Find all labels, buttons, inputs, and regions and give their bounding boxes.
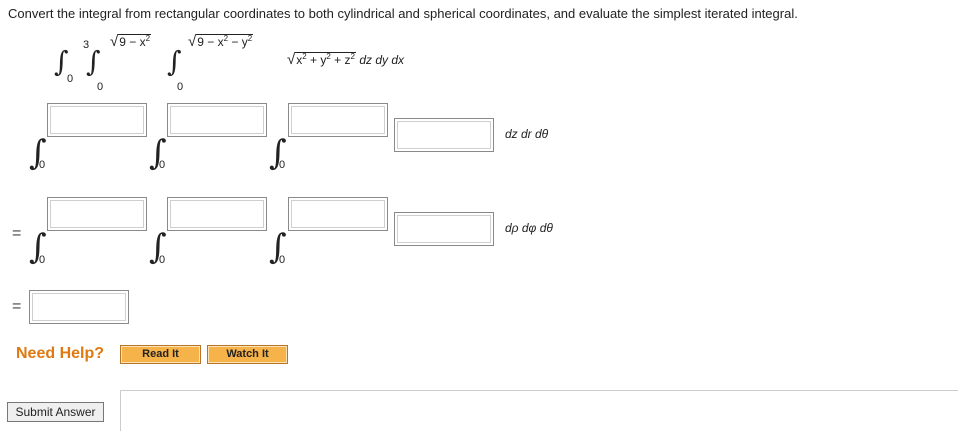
equals-sign-2: = bbox=[12, 298, 22, 315]
cyl-upper-limit-1-input[interactable] bbox=[47, 103, 147, 137]
submit-divider-vertical bbox=[120, 390, 121, 431]
integral-sign-middle: ∫ bbox=[86, 45, 101, 78]
sqrt-icon: √ bbox=[287, 51, 296, 68]
sph-differential: dρ dφ dθ bbox=[505, 221, 553, 235]
middle-lower-limit: 0 bbox=[97, 81, 104, 93]
cyl-lower-limit-2: 0 bbox=[159, 159, 166, 171]
sph-upper-limit-2-input[interactable] bbox=[167, 197, 267, 231]
cyl-upper-limit-2-input[interactable] bbox=[167, 103, 267, 137]
sph-integrand-input[interactable] bbox=[394, 212, 494, 246]
sph-lower-limit-3: 0 bbox=[279, 254, 286, 266]
submit-divider bbox=[120, 390, 958, 391]
sqrt-icon: √ bbox=[110, 33, 119, 50]
question-prompt: Convert the integral from rectangular co… bbox=[8, 6, 798, 21]
middle-upper-limit: √9 − x2 bbox=[110, 33, 152, 50]
outer-lower-limit: 0 bbox=[67, 73, 74, 85]
read-it-button[interactable]: Read It bbox=[120, 345, 201, 364]
integral-sign-inner: ∫ bbox=[167, 45, 182, 78]
cyl-lower-limit-1: 0 bbox=[39, 159, 46, 171]
sph-upper-limit-3-input[interactable] bbox=[288, 197, 388, 231]
sph-lower-limit-1: 0 bbox=[39, 254, 46, 266]
equals-sign-1: = bbox=[12, 225, 22, 242]
sqrt-icon: √ bbox=[188, 33, 197, 50]
submit-answer-button[interactable]: Submit Answer bbox=[7, 402, 104, 422]
sph-upper-limit-1-input[interactable] bbox=[47, 197, 147, 231]
given-differential: dz dy dx bbox=[359, 53, 405, 67]
cyl-integrand-input[interactable] bbox=[394, 118, 494, 152]
sph-lower-limit-2: 0 bbox=[159, 254, 166, 266]
inner-lower-limit: 0 bbox=[177, 81, 184, 93]
cyl-upper-limit-3-input[interactable] bbox=[288, 103, 388, 137]
integral-sign-outer: ∫ bbox=[54, 45, 69, 78]
need-help-label: Need Help? bbox=[16, 345, 105, 362]
cyl-lower-limit-3: 0 bbox=[279, 159, 286, 171]
final-answer-input[interactable] bbox=[29, 290, 129, 324]
inner-upper-limit: √9 − x2 − y2 bbox=[188, 33, 254, 50]
watch-it-button[interactable]: Watch It bbox=[207, 345, 288, 364]
cyl-differential: dz dr dθ bbox=[505, 127, 549, 141]
integrand: √x2 + y2 + z2 dz dy dx bbox=[287, 51, 405, 68]
